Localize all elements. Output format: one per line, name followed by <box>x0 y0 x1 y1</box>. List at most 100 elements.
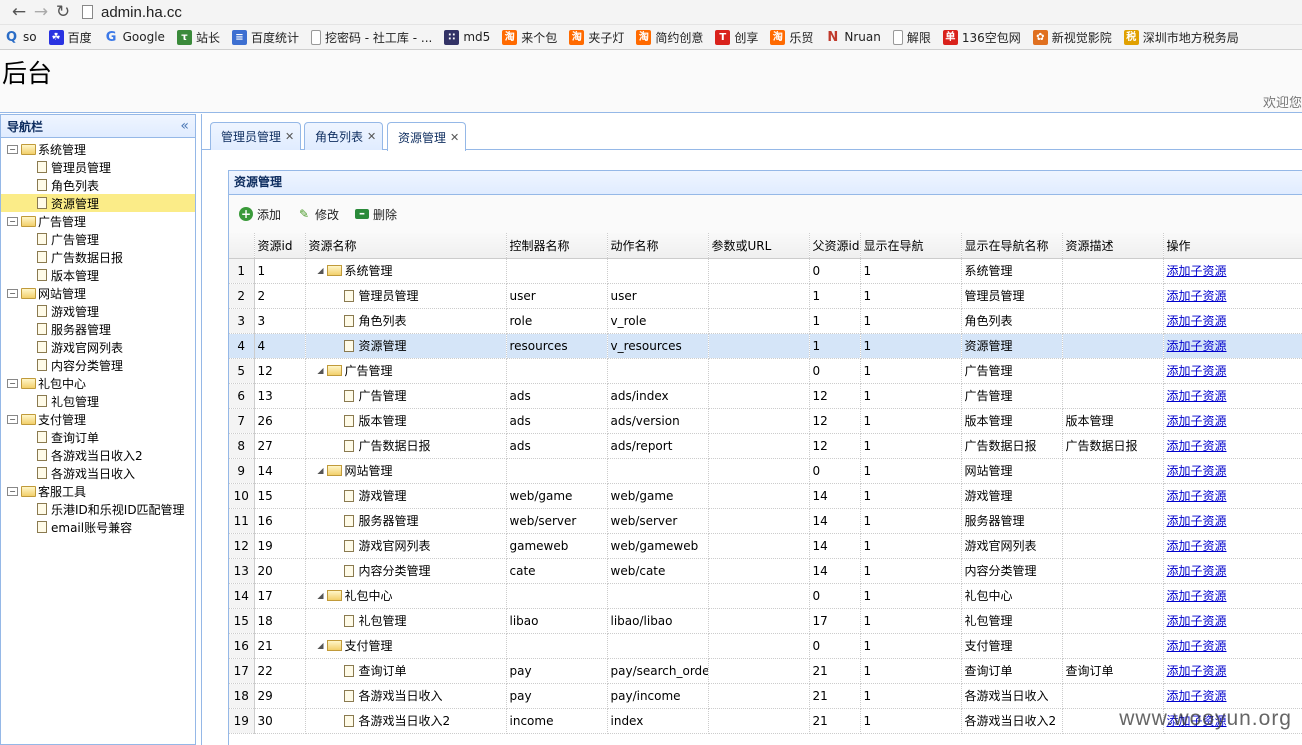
bookmark-item[interactable]: 单 136空包网 <box>942 29 1021 46</box>
edit-button[interactable]: ✎ 修改 <box>297 206 339 223</box>
column-header[interactable]: 显示在导航名称 <box>961 233 1063 259</box>
table-row[interactable]: 9 14 ◢ 网站管理 0 1 网站管理 添加子资源 <box>229 458 1302 484</box>
collapse-toggle-icon[interactable]: − <box>7 414 18 424</box>
add-child-link[interactable]: 添加子资源 <box>1167 264 1227 278</box>
nav-item[interactable]: 各游戏当日收入 <box>1 464 195 482</box>
reload-icon[interactable]: ↻ <box>52 1 74 23</box>
add-child-link[interactable]: 添加子资源 <box>1167 439 1227 453</box>
table-row[interactable]: 8 27 广告数据日报 ads ads/report 12 1 广告数据日报 广告数据日报 添加子… <box>229 433 1302 459</box>
add-child-link[interactable]: 添加子资源 <box>1167 514 1227 528</box>
table-row[interactable]: 11 16 服务器管理 web/server web/server 14 1 服务器管理 添加子… <box>229 508 1302 534</box>
table-row[interactable]: 15 18 礼包管理 libao libao/libao 17 1 礼包管理 添加子资源 <box>229 608 1302 634</box>
add-button[interactable]: + 添加 <box>239 206 281 223</box>
bookmark-item[interactable]: τ 站长 <box>176 29 220 46</box>
table-row[interactable]: 2 2 管理员管理 user user 1 1 管理员管理 添加子资源 <box>229 283 1302 309</box>
nav-item[interactable]: 资源管理 <box>1 194 195 212</box>
bookmark-item[interactable]: 淘简约创意 <box>636 29 703 46</box>
nav-group[interactable]: − 广告管理 <box>1 212 195 230</box>
nav-item[interactable]: 内容分类管理 <box>1 356 195 374</box>
nav-item[interactable]: 乐港ID和乐视ID匹配管理 <box>1 500 195 518</box>
tab-1[interactable]: 管理员管理 ✕ <box>210 122 302 150</box>
nav-item[interactable]: 版本管理 <box>1 266 195 284</box>
bookmark-item[interactable]: N Nruan <box>825 30 880 45</box>
add-child-link[interactable]: 添加子资源 <box>1167 464 1227 478</box>
add-child-link[interactable]: 添加子资源 <box>1167 689 1227 703</box>
collapse-toggle-icon[interactable]: − <box>7 288 18 298</box>
bookmark-item[interactable]: Qso <box>4 30 37 45</box>
nav-item[interactable]: 游戏官网列表 <box>1 338 195 356</box>
table-row[interactable]: 1 1 ◢ 系统管理 0 1 系统管理 添加子资源 <box>229 258 1302 284</box>
nav-group[interactable]: − 网站管理 <box>1 284 195 302</box>
nav-item[interactable]: 礼包管理 <box>1 392 195 410</box>
add-child-link[interactable]: 添加子资源 <box>1167 664 1227 678</box>
collapse-toggle-icon[interactable]: − <box>7 486 18 496</box>
add-child-link[interactable]: 添加子资源 <box>1167 289 1227 303</box>
forward-arrow-icon[interactable]: → <box>30 1 52 23</box>
add-child-link[interactable]: 添加子资源 <box>1167 414 1227 428</box>
nav-group[interactable]: − 礼包中心 <box>1 374 195 392</box>
add-child-link[interactable]: 添加子资源 <box>1167 564 1227 578</box>
table-row[interactable]: 7 26 版本管理 ads ads/version 12 1 版本管理 版本管理 添加子资源 <box>229 408 1302 434</box>
add-child-link[interactable]: 添加子资源 <box>1167 389 1227 403</box>
expand-triangle-icon[interactable]: ◢ <box>315 466 327 475</box>
expand-triangle-icon[interactable]: ◢ <box>315 266 327 275</box>
column-header[interactable]: 父资源id <box>809 233 861 259</box>
collapse-toggle-icon[interactable]: − <box>7 378 18 388</box>
close-icon[interactable]: ✕ <box>450 131 459 144</box>
collapse-toggle-icon[interactable]: − <box>7 144 18 154</box>
nav-group[interactable]: − 客服工具 <box>1 482 195 500</box>
add-child-link[interactable]: 添加子资源 <box>1167 589 1227 603</box>
bookmark-item[interactable]: ∷ md5 <box>444 29 490 45</box>
column-header[interactable]: 资源名称 <box>305 233 507 259</box>
add-child-link[interactable]: 添加子资源 <box>1167 364 1227 378</box>
bookmark-item[interactable]: 淘来个包 <box>502 29 557 46</box>
table-row[interactable]: 10 15 游戏管理 web/game web/game 14 1 游戏管理 添加子资源 <box>229 483 1302 509</box>
back-arrow-icon[interactable]: ← <box>8 1 30 23</box>
expand-triangle-icon[interactable]: ◢ <box>315 591 327 600</box>
delete-button[interactable]: – 删除 <box>355 206 397 223</box>
table-row[interactable]: 12 19 游戏官网列表 gameweb web/gameweb 14 1 游戏官网列表 添加子… <box>229 533 1302 559</box>
nav-item[interactable]: 游戏管理 <box>1 302 195 320</box>
bookmark-item[interactable]: T 创享 <box>715 29 758 46</box>
nav-item[interactable]: 查询订单 <box>1 428 195 446</box>
close-icon[interactable]: ✕ <box>285 130 294 143</box>
column-header[interactable]: 参数或URL <box>708 233 810 259</box>
column-header[interactable]: 动作名称 <box>607 233 709 259</box>
table-row[interactable]: 17 22 查询订单 pay pay/search_order 21 1 查询订单 查询订单 添加… <box>229 658 1302 684</box>
table-row[interactable]: 18 29 各游戏当日收入 pay pay/income 21 1 各游戏当日收入 添加子资源 <box>229 683 1302 709</box>
url-text[interactable]: admin.ha.cc <box>101 4 182 21</box>
nav-group[interactable]: − 系统管理 <box>1 140 195 158</box>
collapse-icon[interactable]: « <box>180 118 189 134</box>
table-row[interactable]: 5 12 ◢ 广告管理 0 1 广告管理 添加子资源 <box>229 358 1302 384</box>
add-child-link[interactable]: 添加子资源 <box>1167 314 1227 328</box>
table-row[interactable]: 3 3 角色列表 role v_role 1 1 角色列表 添加子资源 <box>229 308 1302 334</box>
nav-item[interactable]: 服务器管理 <box>1 320 195 338</box>
table-row[interactable]: 4 4 资源管理 resources v_resources 1 1 资源管理 添加子资源 <box>229 333 1302 359</box>
bookmark-item[interactable]: ≡ 百度统计 <box>231 29 299 46</box>
collapse-toggle-icon[interactable]: − <box>7 216 18 226</box>
add-child-link[interactable]: 添加子资源 <box>1167 639 1227 653</box>
bookmark-item[interactable]: 淘夹子灯 <box>569 29 624 46</box>
bookmark-item[interactable]: ✿ 新视觉影院 <box>1032 29 1112 46</box>
nav-item[interactable]: 管理员管理 <box>1 158 195 176</box>
column-header[interactable]: 显示在导航 <box>860 233 962 259</box>
column-header[interactable]: 控制器名称 <box>506 233 608 259</box>
add-child-link[interactable]: 添加子资源 <box>1167 489 1227 503</box>
tab-2[interactable]: 角色列表 ✕ <box>304 122 384 150</box>
close-icon[interactable]: ✕ <box>367 130 376 143</box>
table-row[interactable]: 13 20 内容分类管理 cate web/cate 14 1 内容分类管理 添加子资源 <box>229 558 1302 584</box>
bookmark-item[interactable]: 税深圳市地方税务局 <box>1123 29 1239 46</box>
table-row[interactable]: 16 21 ◢ 支付管理 0 1 支付管理 添加子资源 <box>229 633 1302 659</box>
table-row[interactable]: 6 13 广告管理 ads ads/index 12 1 广告管理 添加子资源 <box>229 383 1302 409</box>
bookmark-item[interactable]: G Google <box>104 30 165 45</box>
table-row[interactable]: 14 17 ◢ 礼包中心 0 1 礼包中心 添加子资源 <box>229 583 1302 609</box>
expand-triangle-icon[interactable]: ◢ <box>315 366 327 375</box>
add-child-link[interactable]: 添加子资源 <box>1167 539 1227 553</box>
expand-triangle-icon[interactable]: ◢ <box>315 641 327 650</box>
nav-item[interactable]: 广告数据日报 <box>1 248 195 266</box>
bookmark-item[interactable]: 挖密码 - 社工库 - ... <box>310 29 432 46</box>
bookmark-item[interactable]: ☘ 百度 <box>48 29 92 46</box>
column-header[interactable]: 资源id <box>254 233 306 259</box>
column-header[interactable]: 资源描述 <box>1062 233 1164 259</box>
add-child-link[interactable]: 添加子资源 <box>1167 614 1227 628</box>
